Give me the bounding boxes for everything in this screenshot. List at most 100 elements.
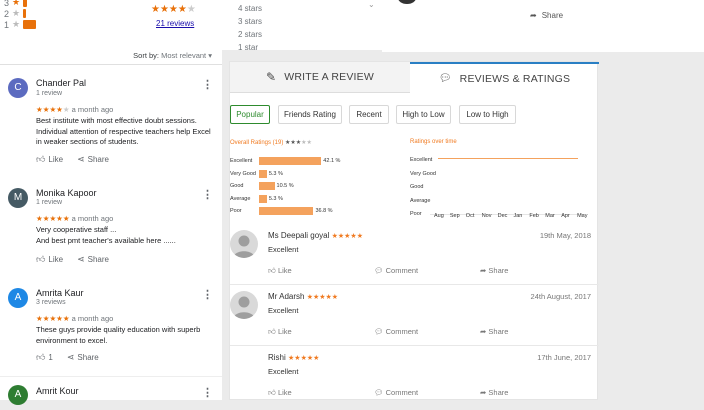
reviewer-name[interactable]: Monika Kapoor — [36, 188, 97, 198]
like-button[interactable]: 👍︎ Like — [36, 154, 63, 165]
star-filter-list: 4 stars 3 stars 2 stars 1 star — [238, 2, 262, 54]
share-icon: ⋖ — [77, 154, 85, 164]
review-item: Rishi ★★★★★ 17th June, 2017 Excellent 👍︎ Li… — [230, 350, 599, 410]
like-button[interactable]: 👍︎ Like — [36, 254, 63, 265]
month-tick-label: Dec — [497, 213, 508, 219]
star-filter-panel: 4 stars 3 stars 2 stars 1 star ⌄ — [222, 0, 382, 52]
comment-button[interactable]: 💬︎ Comment — [374, 266, 418, 275]
tab-write-review[interactable]: ✎ WRITE A REVIEW — [230, 62, 410, 93]
star-icon: ★ — [12, 8, 21, 18]
rating-bar — [259, 207, 314, 215]
month-tick-label: Jan — [513, 213, 523, 219]
reviewer-name[interactable]: Amrita Kaur — [36, 288, 84, 298]
rating-bar — [259, 194, 267, 203]
filter-4-stars[interactable]: 4 stars — [238, 2, 262, 15]
avatar: A — [8, 288, 28, 308]
reviewer-name[interactable]: Amrit Kour — [36, 386, 79, 396]
share-button[interactable]: ➦ Share — [480, 388, 508, 397]
share-button[interactable]: ➦ Share — [480, 327, 508, 336]
review-rating: ★★★★★ a month ago — [36, 214, 114, 223]
filter-high-to-low[interactable]: High to Low — [396, 105, 451, 124]
reviewer-name[interactable]: Chander Pal — [36, 78, 86, 88]
sort-by-control[interactable]: Sort by: Most relevant ▾ — [0, 47, 222, 65]
rating-category-label: Poor — [230, 208, 242, 214]
google-reviews-panel: 3 ★ 2 ★ 1 ★ ★★★★★ 21 reviews Sort by: Most … — [0, 0, 222, 405]
like-button[interactable]: 👍︎ Like — [268, 266, 292, 276]
review-actions: 👍︎ Like ⋖ Share — [36, 254, 109, 265]
time-level-label: Poor — [410, 211, 422, 217]
avatar — [230, 291, 258, 319]
time-level-label: Excellent — [410, 157, 433, 163]
filter-friends-rating[interactable]: Friends Rating — [278, 105, 342, 124]
month-tick-label: Sep — [449, 213, 460, 219]
more-options-icon[interactable]: ⋮ — [202, 80, 213, 91]
reviewer-review-count: 3 reviews — [36, 299, 66, 306]
more-options-icon[interactable]: ⋮ — [202, 190, 213, 201]
list-item: A Amrit Kour ⋮ — [0, 376, 222, 405]
thumbs-up-icon: 👍︎ — [36, 154, 46, 164]
list-item: C Chander Pal 1 review ⋮ ★★★★★ a month ag… — [0, 70, 222, 170]
reviews-count-link[interactable]: 21 reviews — [156, 19, 194, 28]
filter-popular[interactable]: Popular — [230, 105, 270, 124]
filter-low-to-high[interactable]: Low to High — [459, 105, 516, 124]
reviewer-name-text: Mr Adarsh — [268, 292, 305, 301]
avatar: A — [8, 385, 28, 405]
avatar: C — [8, 78, 28, 98]
review-rating: ★★★★★ a month ago — [36, 314, 114, 323]
share-button[interactable]: ⋖ Share — [77, 154, 109, 165]
rating-bar — [259, 182, 275, 190]
rating-category-label: Excellent — [230, 158, 253, 164]
filter-recent[interactable]: Recent — [349, 105, 389, 124]
tab-reviews-ratings[interactable]: 💬︎ REVIEWS & RATINGS — [410, 62, 599, 93]
avatar: M — [8, 188, 28, 208]
histogram-bar — [23, 9, 27, 18]
comment-button[interactable]: 💬︎ Comment — [374, 327, 418, 336]
histogram-row-2: 2 ★ — [4, 8, 27, 19]
share-icon: ⋖ — [77, 254, 85, 264]
like-button[interactable]: 👍︎ 1 — [36, 352, 53, 363]
review-text: Excellent — [268, 367, 299, 376]
filter-1-star[interactable]: 1 star — [238, 41, 262, 54]
thumbs-up-icon: 👍︎ — [268, 388, 276, 397]
reviewer-name-text: Ms Deepali goyal — [268, 231, 330, 240]
reviewer-name[interactable]: Mr Adarsh ★★★★★ — [268, 292, 338, 301]
rating-category-label: Very Good — [230, 170, 256, 177]
month-tick-label: Oct — [465, 213, 475, 219]
star-icon: ★ — [12, 0, 21, 7]
filter-2-stars[interactable]: 2 stars — [238, 28, 262, 41]
like-button[interactable]: 👍︎ Like — [268, 327, 292, 337]
histogram-bar — [23, 20, 37, 29]
review-date: 24th August, 2017 — [530, 292, 591, 301]
collapse-icon[interactable]: ⌄ — [368, 0, 375, 9]
reviews-section: ✎ WRITE A REVIEW 💬︎ REVIEWS & RATINGS Popu… — [229, 61, 599, 400]
thumbs-up-icon: 👍︎ — [268, 266, 276, 275]
more-options-icon[interactable]: ⋮ — [202, 290, 213, 301]
like-button[interactable]: 👍︎ Like — [268, 388, 292, 398]
reviewer-name-text: Rishi — [268, 353, 286, 362]
review-text: Excellent — [268, 245, 299, 254]
time-level-label: Very Good — [410, 170, 436, 177]
rating-bar — [259, 169, 267, 178]
thumbs-up-icon: 👍︎ — [36, 254, 46, 264]
avatar — [230, 230, 258, 258]
reviewer-review-count: 1 review — [36, 199, 63, 206]
share-button[interactable]: ➦ Share — [480, 266, 508, 275]
rating-percent-label: 42.1 % — [323, 158, 341, 164]
reviewer-name[interactable]: Ms Deepali goyal ★★★★★ — [268, 231, 363, 240]
post-card: ➦ Share — [382, 0, 704, 52]
share-button[interactable]: ⋖ Share — [77, 254, 109, 265]
share-arrow-icon: ➦ — [480, 266, 487, 275]
comment-icon: 💬︎ — [374, 327, 384, 336]
review-date: 19th May, 2018 — [539, 231, 591, 240]
share-button[interactable]: ⋖ Share — [67, 352, 99, 363]
share-button[interactable]: ➦ Share — [530, 11, 563, 20]
filter-3-stars[interactable]: 3 stars — [238, 15, 262, 28]
divider — [230, 345, 599, 346]
reviewer-name[interactable]: Rishi ★★★★★ — [268, 353, 319, 362]
review-rating: ★★★★★ a month ago — [36, 105, 114, 114]
review-text: Best institute with most effective doubt… — [36, 116, 211, 146]
pencil-icon: ✎ — [266, 70, 277, 84]
comment-button[interactable]: 💬︎ Comment — [374, 388, 418, 397]
rating-bar — [259, 157, 322, 165]
more-options-icon[interactable]: ⋮ — [202, 388, 213, 399]
